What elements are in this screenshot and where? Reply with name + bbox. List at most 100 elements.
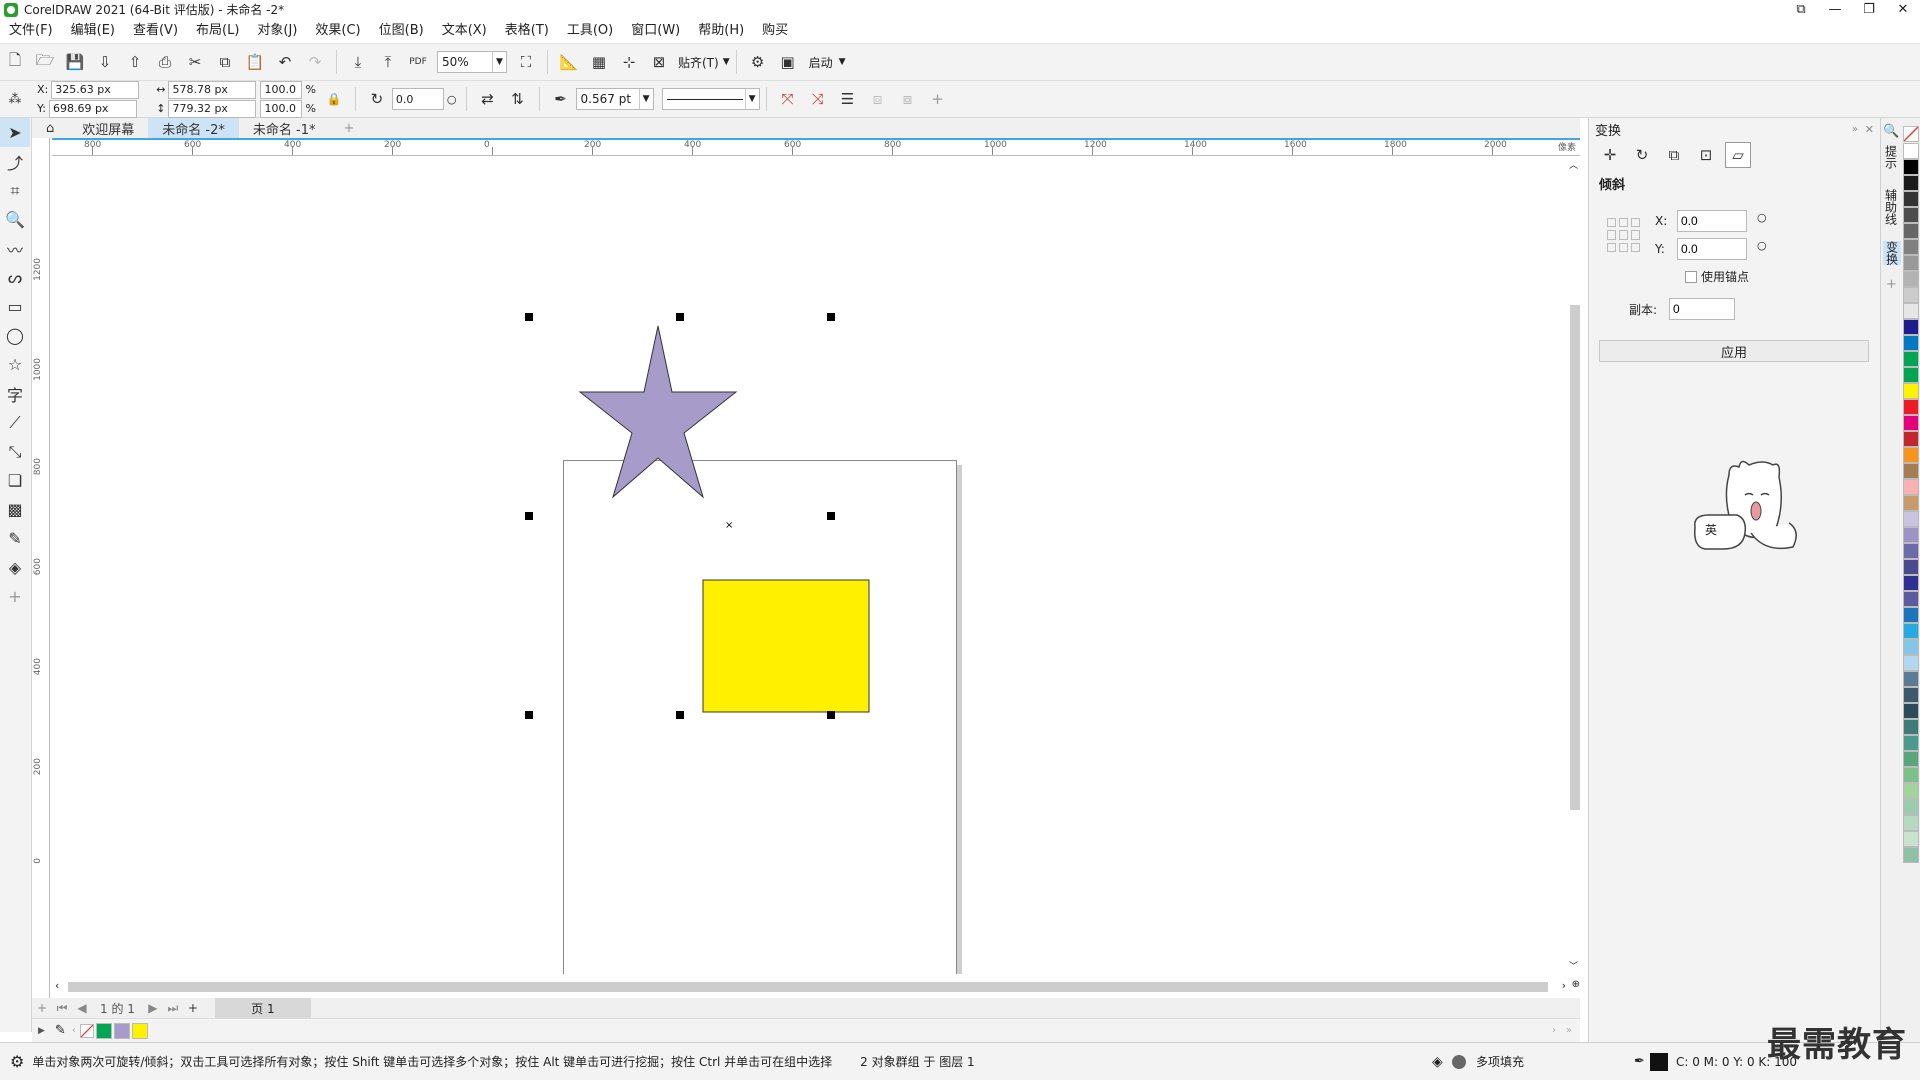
scroll-down-icon[interactable]: ﹀ bbox=[1569, 959, 1578, 972]
menu-object[interactable]: 对象(J) bbox=[248, 19, 306, 43]
new-document-icon[interactable]: 🗋 bbox=[2, 49, 28, 75]
menu-file[interactable]: 文件(F) bbox=[0, 19, 62, 43]
skew-y-field[interactable] bbox=[1677, 238, 1747, 260]
settings-gear-icon[interactable]: ⚙ bbox=[10, 1052, 24, 1071]
palette-swatch[interactable] bbox=[1903, 831, 1919, 847]
show-rulers-icon[interactable]: 📐 bbox=[556, 49, 582, 75]
text-wrap-icon[interactable]: ☰ bbox=[835, 86, 861, 112]
x-position-field[interactable] bbox=[51, 80, 140, 99]
rotate-tab-icon[interactable]: ↻ bbox=[1629, 142, 1655, 168]
rotation-angle-field[interactable] bbox=[391, 88, 444, 110]
selection-handle-right[interactable] bbox=[827, 512, 835, 520]
to-back-icon[interactable]: ⧇ bbox=[895, 86, 921, 112]
palette-swatch[interactable] bbox=[1903, 463, 1919, 479]
palette-swatch[interactable] bbox=[1903, 799, 1919, 815]
mirror-horizontal-icon[interactable]: ⇄ bbox=[475, 86, 501, 112]
docker-tab-transform[interactable]: 变换 bbox=[1882, 241, 1901, 265]
minimize-button[interactable]: — bbox=[1818, 0, 1852, 19]
drawing-canvas[interactable]: × bbox=[51, 156, 1568, 1018]
palette-swatch[interactable] bbox=[1903, 783, 1919, 799]
scale-width-field[interactable] bbox=[260, 80, 303, 99]
palette-swatch[interactable] bbox=[1903, 159, 1919, 175]
palette-swatch[interactable] bbox=[1903, 847, 1919, 863]
cloud-download-icon[interactable]: ⇩ bbox=[92, 49, 118, 75]
next-page-icon[interactable]: ▶ bbox=[143, 1001, 163, 1015]
save-icon[interactable]: 💾 bbox=[62, 49, 88, 75]
no-fill-swatch[interactable] bbox=[79, 1023, 94, 1038]
docker-collapse-icon[interactable]: » bbox=[1852, 124, 1858, 135]
launch-dropdown[interactable]: 启动 bbox=[809, 54, 833, 71]
redo-icon[interactable]: ↷ bbox=[302, 49, 328, 75]
palette-swatch[interactable] bbox=[1903, 191, 1919, 207]
copies-field[interactable] bbox=[1669, 298, 1735, 320]
mirror-vertical-icon[interactable]: ⇅ bbox=[505, 86, 531, 112]
palette-swatch[interactable] bbox=[1903, 447, 1919, 463]
outline-pen-icon[interactable]: ✒ bbox=[1634, 1054, 1645, 1069]
export-icon[interactable]: ⤒ bbox=[375, 49, 401, 75]
position-tab-icon[interactable]: ✛ bbox=[1597, 142, 1623, 168]
open-folder-icon[interactable]: 🗁 bbox=[32, 49, 58, 75]
skew-tab-icon[interactable]: ▱ bbox=[1725, 142, 1751, 168]
selection-handle-top[interactable] bbox=[676, 313, 684, 321]
palette-swatch[interactable] bbox=[1903, 255, 1919, 271]
combine-icon[interactable]: ⤧ bbox=[775, 86, 801, 112]
first-page-icon[interactable]: ⏮ bbox=[52, 1001, 72, 1016]
selection-handle-left[interactable] bbox=[525, 512, 533, 520]
selection-handle-bottom[interactable] bbox=[676, 711, 684, 719]
palette-swatch[interactable] bbox=[1903, 719, 1919, 735]
menu-edit[interactable]: 编辑(E) bbox=[62, 19, 124, 43]
palette-swatch[interactable] bbox=[1903, 223, 1919, 239]
connector-tool-icon[interactable]: ⤡ bbox=[0, 437, 30, 466]
eyedropper-icon[interactable]: ✎ bbox=[55, 1023, 66, 1038]
width-field[interactable] bbox=[168, 80, 257, 99]
export-pdf-icon[interactable]: PDF bbox=[405, 49, 431, 75]
line-style-dropdown[interactable]: ▼ bbox=[661, 88, 760, 110]
interactive-fill-icon[interactable]: ◈ bbox=[0, 553, 30, 582]
menu-text[interactable]: 文本(X) bbox=[433, 19, 496, 43]
crop-tool-icon[interactable]: ⌗ bbox=[0, 176, 30, 205]
menu-help[interactable]: 帮助(H) bbox=[689, 19, 753, 43]
cut-icon[interactable]: ✂ bbox=[182, 49, 208, 75]
palette-swatch[interactable] bbox=[1903, 543, 1919, 559]
search-icon[interactable]: 🔍 bbox=[1881, 124, 1902, 139]
page-tab-1[interactable]: 页 1 bbox=[214, 998, 311, 1018]
undo-icon[interactable]: ↶ bbox=[272, 49, 298, 75]
vertical-ruler[interactable]: 1200 1000 800 600 400 200 0 bbox=[32, 138, 50, 998]
scroll-left-icon[interactable]: ‹ bbox=[55, 979, 59, 992]
cloud-upload-icon[interactable]: ⇧ bbox=[122, 49, 148, 75]
show-grid-icon[interactable]: ▦ bbox=[586, 49, 612, 75]
menu-buy[interactable]: 购买 bbox=[753, 19, 797, 43]
add-page-after-icon[interactable]: + bbox=[183, 1001, 203, 1015]
home-icon[interactable]: ⌂ bbox=[32, 118, 68, 138]
outline-color-swatch[interactable] bbox=[1650, 1052, 1668, 1071]
to-front-icon[interactable]: ⧈ bbox=[865, 86, 891, 112]
import-icon[interactable]: ⤓ bbox=[345, 49, 371, 75]
rotate-icon[interactable]: ↻ bbox=[364, 86, 390, 112]
document-color-swatch[interactable] bbox=[95, 1022, 112, 1039]
new-tab-icon[interactable]: + bbox=[330, 118, 369, 138]
object-origin-icon[interactable]: ⁂ bbox=[2, 86, 28, 112]
horizontal-scroll-thumb[interactable] bbox=[68, 982, 1548, 992]
freehand-tool-icon[interactable]: 〰 bbox=[0, 234, 30, 263]
scroll-right-icon[interactable]: › bbox=[1562, 979, 1566, 992]
add-tool-icon[interactable]: + bbox=[0, 582, 30, 611]
palette-swatch[interactable] bbox=[1903, 495, 1919, 511]
palette-swatch[interactable] bbox=[1903, 591, 1919, 607]
selection-handle-top-left[interactable] bbox=[525, 313, 533, 321]
menu-bitmaps[interactable]: 位图(B) bbox=[370, 19, 433, 43]
more-icon[interactable]: » bbox=[1566, 1025, 1572, 1036]
document-color-swatch[interactable] bbox=[131, 1022, 148, 1039]
scroll-left-icon[interactable]: ‹ bbox=[72, 1025, 76, 1036]
size-tab-icon[interactable]: ⊡ bbox=[1693, 142, 1719, 168]
add-page-before-icon[interactable]: + bbox=[32, 1001, 52, 1015]
scroll-up-icon[interactable]: ︿ bbox=[1569, 158, 1578, 171]
print-icon[interactable]: ⎙ bbox=[152, 49, 178, 75]
add-icon[interactable]: + bbox=[925, 86, 951, 112]
skew-x-field[interactable] bbox=[1677, 210, 1747, 232]
menu-window[interactable]: 窗口(W) bbox=[622, 19, 689, 43]
y-position-field[interactable] bbox=[48, 99, 137, 118]
docker-close-icon[interactable]: ✕ bbox=[1865, 123, 1874, 136]
options-gear-icon[interactable]: ⚙ bbox=[745, 49, 771, 75]
palette-swatch[interactable] bbox=[1903, 431, 1919, 447]
add-docker-icon[interactable]: + bbox=[1881, 277, 1902, 292]
